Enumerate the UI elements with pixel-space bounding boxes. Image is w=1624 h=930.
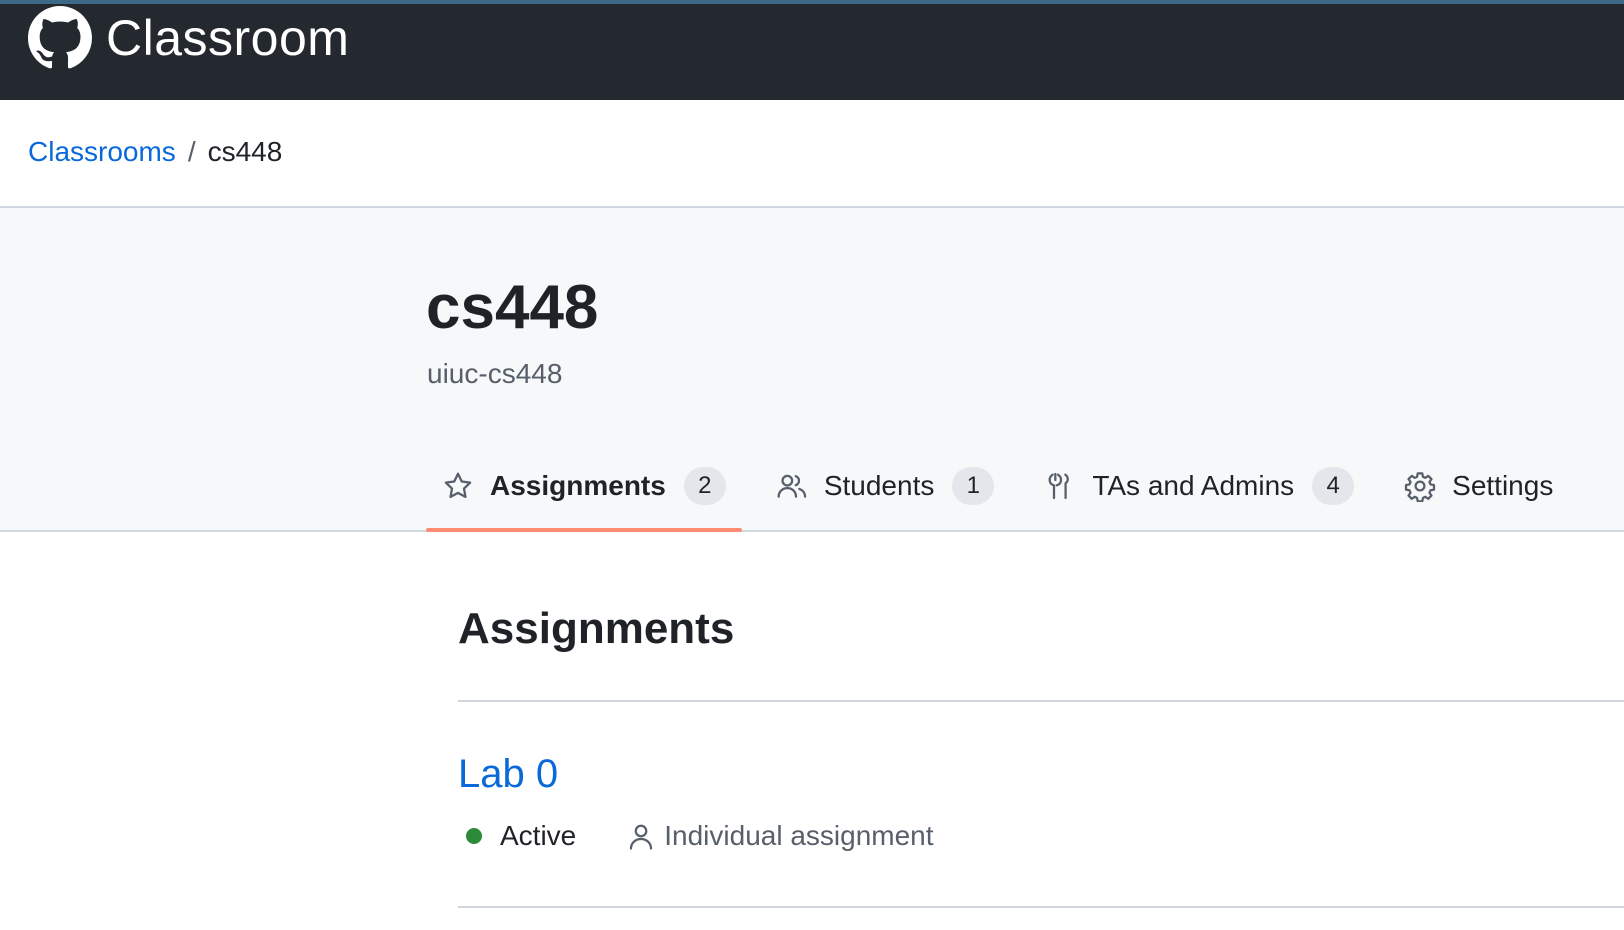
tab-assignments[interactable]: Assignments 2 [426,444,742,532]
github-octocat-icon [28,6,92,69]
classroom-header: cs448 uiuc-cs448 Assignments 2 Students … [0,208,1624,532]
people-icon [777,474,807,498]
tab-students-label: Students [823,470,935,501]
classroom-home-link[interactable]: Classroom [28,4,349,72]
breadcrumb-current: cs448 [207,136,283,167]
star-icon [444,472,472,499]
tools-icon [1048,472,1070,500]
classroom-org-name: uiuc-cs448 [427,358,563,389]
tab-students[interactable]: Students 1 [760,444,1011,528]
tab-tas-and-admins[interactable]: TAs and Admins 4 [1028,444,1370,528]
active-status-dot-icon [466,828,482,844]
assignment-meta: Active Individual assignment [466,820,934,852]
assignments-heading: Assignments [458,604,735,653]
breadcrumb: Classrooms / cs448 [28,136,282,168]
breadcrumb-separator: / [187,136,196,167]
top-header: Classroom [0,0,1624,100]
assignments-count-badge: 2 [683,467,726,505]
tab-settings[interactable]: Settings [1388,444,1569,528]
divider [458,700,1624,702]
breadcrumb-classrooms-link[interactable]: Classrooms [28,136,176,168]
tab-assignments-label: Assignments [490,470,666,501]
gear-icon [1405,472,1436,502]
tab-settings-label: Settings [1452,470,1554,501]
classroom-title: cs448 [426,273,599,342]
app-name: Classroom [106,10,350,66]
breadcrumb-bar: Classrooms / cs448 [0,100,1624,208]
divider [458,906,1624,908]
classroom-tabs: Assignments 2 Students 1 TAs and Admins … [426,444,1587,532]
assignment-type: Individual assignment [664,820,934,851]
students-count-badge: 1 [952,467,995,505]
assignment-title-link[interactable]: Lab 0 [458,752,558,797]
tab-tas-and-admins-label: TAs and Admins [1092,470,1295,501]
tas-count-badge: 4 [1312,467,1355,505]
assignment-status: Active [500,820,577,851]
person-icon [630,824,653,850]
